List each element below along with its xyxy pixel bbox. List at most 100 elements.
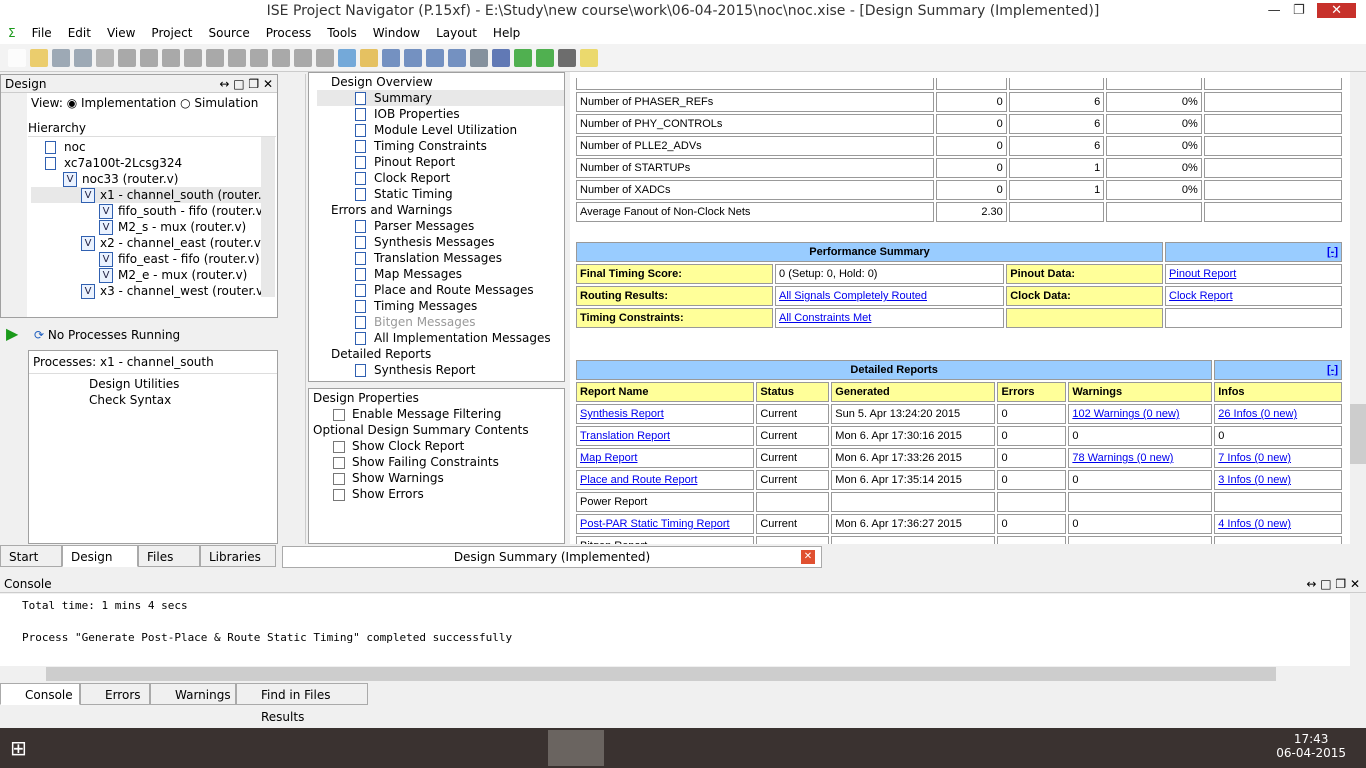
toolbar-button[interactable]	[316, 48, 334, 67]
nav-item[interactable]: Place and Route Messages	[317, 282, 564, 298]
tree-item[interactable]: xc7a100t-2Lcsg324	[31, 155, 261, 171]
report-link[interactable]: Map Report	[580, 452, 637, 464]
toolbar-button[interactable]	[558, 48, 576, 67]
nav-item[interactable]: Bitgen Messages	[317, 314, 564, 330]
menu-view[interactable]: View	[99, 26, 143, 40]
sim-radio[interactable]: ○	[180, 96, 194, 110]
nav-item[interactable]: Summary	[317, 90, 564, 106]
close-tab-icon[interactable]: ✕	[801, 550, 815, 564]
option-checkbox[interactable]: Show Warnings	[309, 471, 564, 487]
option-checkbox[interactable]: Show Failing Constraints	[309, 455, 564, 471]
nav-item[interactable]: All Implementation Messages	[317, 330, 564, 346]
tab-warnings[interactable]: Warnings	[150, 683, 236, 705]
collapse-toggle[interactable]: [-]	[1327, 246, 1338, 258]
report-link[interactable]: Pinout Report	[1169, 268, 1236, 280]
collapse-toggle[interactable]: [-]	[1327, 364, 1338, 376]
tree-item[interactable]: noc	[31, 139, 261, 155]
toolbar-button[interactable]	[118, 48, 136, 67]
tab-design-summary[interactable]: Design Summary (Implemented) ✕	[282, 546, 822, 568]
nav-item[interactable]: Translation Messages	[317, 250, 564, 266]
menu-window[interactable]: Window	[365, 26, 428, 40]
clock[interactable]: 17:43 06-04-2015	[1276, 732, 1346, 760]
report-link[interactable]: 102 Warnings (0 new)	[1072, 408, 1179, 420]
tab-find-in-files-results[interactable]: Find in Files Results	[236, 683, 368, 724]
option-checkbox[interactable]: Show Errors	[309, 487, 564, 503]
report-link[interactable]: 3 Infos (0 new)	[1218, 474, 1291, 486]
report-link[interactable]: Place and Route Report	[580, 474, 697, 486]
tab-start[interactable]: Start	[0, 545, 62, 567]
toolbar-button[interactable]	[382, 48, 400, 67]
toolbar-button[interactable]	[294, 48, 312, 67]
toolbar-button[interactable]	[74, 48, 92, 67]
report-link[interactable]: 78 Warnings (0 new)	[1072, 452, 1173, 464]
menu-project[interactable]: Project	[143, 26, 200, 40]
console-hscroll[interactable]	[0, 666, 1366, 682]
menu-process[interactable]: Process	[258, 26, 320, 40]
menu-help[interactable]: Help	[485, 26, 528, 40]
tab-design[interactable]: Design	[62, 545, 138, 567]
toolbar-button[interactable]	[492, 48, 510, 67]
toolbar-button[interactable]	[8, 48, 26, 67]
nav-item[interactable]: Map Messages	[317, 266, 564, 282]
impl-radio[interactable]: ◉	[67, 96, 81, 110]
report-link[interactable]: Translation Report	[580, 430, 670, 442]
tree-item[interactable]: V M2_e - mux (router.v)	[31, 267, 261, 283]
tree-item[interactable]: Vfifo_south - fifo (router.v)	[31, 203, 267, 219]
report-link[interactable]: 26 Infos (0 new)	[1218, 408, 1297, 420]
nav-item[interactable]: Synthesis Messages	[317, 234, 564, 250]
toolbar-button[interactable]	[228, 48, 246, 67]
nav-item[interactable]: Design Overview	[317, 74, 564, 90]
toolbar-button[interactable]	[184, 48, 202, 67]
nav-item[interactable]: Timing Constraints	[317, 138, 564, 154]
tab-libraries[interactable]: Libraries	[200, 545, 276, 567]
nav-item[interactable]: Errors and Warnings	[317, 202, 564, 218]
menu-source[interactable]: Source	[200, 26, 257, 40]
menu-edit[interactable]: Edit	[60, 26, 99, 40]
toolbar-button[interactable]	[250, 48, 268, 67]
nav-item[interactable]: Synthesis Report	[317, 362, 564, 378]
toolbar-button[interactable]	[338, 48, 356, 67]
report-link[interactable]: Synthesis Report	[580, 408, 664, 420]
toolbar-button[interactable]	[206, 48, 224, 67]
report-link[interactable]: Clock Report	[1169, 290, 1233, 302]
toolbar-button[interactable]	[30, 48, 48, 67]
report-link[interactable]: All Signals Completely Routed	[779, 290, 927, 302]
start-icon[interactable]: ⊞	[10, 736, 27, 760]
toolbar-button[interactable]	[514, 48, 532, 67]
menu-tools[interactable]: Tools	[319, 26, 365, 40]
report-link[interactable]: 4 Infos (0 new)	[1218, 518, 1291, 530]
toolbar-button[interactable]	[470, 48, 488, 67]
process-item[interactable]: Check Syntax	[29, 392, 277, 408]
tab-console[interactable]: Console	[0, 683, 80, 705]
nav-item[interactable]: Detailed Reports	[317, 346, 564, 362]
report-scrollbar[interactable]	[1350, 72, 1366, 544]
nav-item[interactable]: Pinout Report	[317, 154, 564, 170]
toolbar-button[interactable]	[96, 48, 114, 67]
process-item[interactable]: Design Utilities	[29, 374, 277, 392]
option-checkbox[interactable]: Show Clock Report	[309, 439, 564, 455]
toolbar-button[interactable]	[426, 48, 444, 67]
nav-item[interactable]: Clock Report	[317, 170, 564, 186]
nav-item[interactable]: IOB Properties	[317, 106, 564, 122]
tree-item[interactable]: Vx1 - channel_south (router.v)	[31, 187, 273, 203]
window-controls[interactable]: — ❐ ✕	[1268, 0, 1356, 22]
toolbar-button[interactable]	[360, 48, 378, 67]
nav-item[interactable]: Parser Messages	[317, 218, 564, 234]
tree-item[interactable]: Vx2 - channel_east (router.v)	[31, 235, 266, 251]
tree-item[interactable]: V M2_s - mux (router.v)	[31, 219, 261, 235]
toolbar-button[interactable]	[140, 48, 158, 67]
toolbar-button[interactable]	[162, 48, 180, 67]
menu-layout[interactable]: Layout	[428, 26, 485, 40]
taskbar-ise[interactable]	[548, 730, 604, 766]
toolbar-button[interactable]	[404, 48, 422, 67]
report-link[interactable]: All Constraints Met	[779, 312, 871, 324]
tree-item[interactable]: Vnoc33 (router.v)	[31, 171, 261, 187]
toolbar-button[interactable]	[536, 48, 554, 67]
toolbar-button[interactable]	[272, 48, 290, 67]
tree-item[interactable]: Vfifo_east - fifo (router.v)	[31, 251, 261, 267]
toolbar-button[interactable]	[580, 48, 598, 67]
report-link[interactable]: Post-PAR Static Timing Report	[580, 518, 730, 530]
nav-item[interactable]: Module Level Utilization	[317, 122, 564, 138]
menu-file[interactable]: File	[24, 26, 60, 40]
nav-item[interactable]: Static Timing	[317, 186, 564, 202]
